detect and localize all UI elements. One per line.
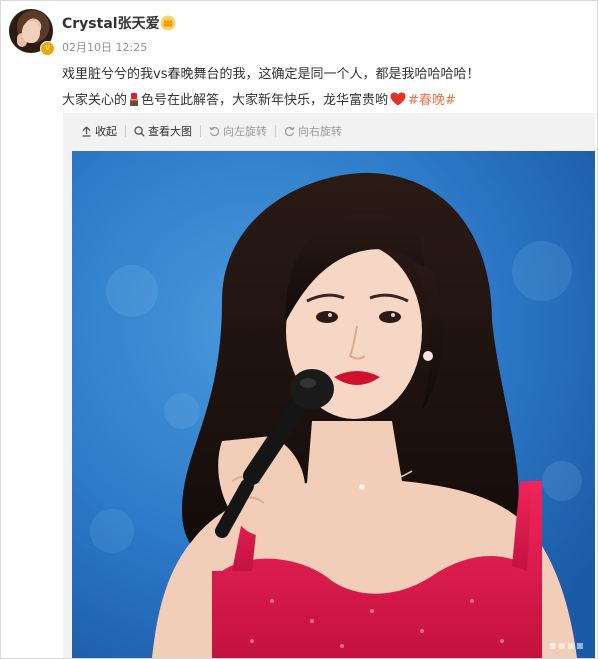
- search-icon: [134, 125, 145, 137]
- post-text-segment: 大家关心的: [62, 93, 128, 108]
- collapse-arrow-icon: [82, 126, 91, 137]
- rotate-right-button[interactable]: 向右旋转: [284, 123, 342, 139]
- post-text-line-2: 大家关心的 色号在此解答，大家新年快乐，龙华富贵哟 #春晚#: [62, 89, 456, 108]
- heart-icon: [390, 92, 406, 106]
- toolbar-divider: [200, 125, 201, 137]
- username[interactable]: Crystal张天爱: [62, 13, 160, 33]
- rotate-left-label: 向左旋转: [223, 125, 267, 138]
- image-toolbar: 收起 查看大图 向左旋转 向右旋转: [63, 113, 595, 149]
- avatar-face: [22, 21, 40, 43]
- view-large-button[interactable]: 查看大图: [134, 123, 192, 139]
- rotate-left-icon: [209, 126, 220, 136]
- toolbar-divider: [275, 125, 276, 137]
- rotate-left-button[interactable]: 向左旋转: [209, 123, 267, 139]
- hashtag-link[interactable]: #春晚#: [408, 93, 456, 108]
- toolbar-divider: [125, 125, 126, 137]
- weibo-post-card: v Crystal张天爱 02月10日 12:25 戏里脏兮兮的我vs春晚舞台的…: [0, 0, 598, 659]
- image-watermark: ▪▪▪▪: [548, 638, 585, 652]
- rotate-right-icon: [284, 126, 295, 136]
- lipstick-icon: [130, 93, 139, 106]
- post-timestamp[interactable]: 02月10日 12:25: [62, 39, 147, 55]
- media-panel: 收起 查看大图 向左旋转 向右旋转 ▪▪▪▪: [63, 113, 595, 658]
- performer-illustration: [72, 151, 595, 658]
- crown-icon[interactable]: [159, 13, 177, 31]
- verified-badge-icon: v: [40, 41, 55, 56]
- collapse-label: 收起: [95, 125, 117, 138]
- collapse-button[interactable]: 收起: [81, 123, 117, 139]
- rotate-right-label: 向右旋转: [298, 125, 342, 138]
- post-photo[interactable]: ▪▪▪▪: [72, 151, 595, 658]
- post-text-segment: 色号在此解答，大家新年快乐，龙华富贵哟: [141, 93, 389, 108]
- view-large-label: 查看大图: [148, 125, 192, 138]
- post-text-line-1: 戏里脏兮兮的我vs春晚舞台的我，这确定是同一个人，都是我哈哈哈哈！: [62, 67, 480, 82]
